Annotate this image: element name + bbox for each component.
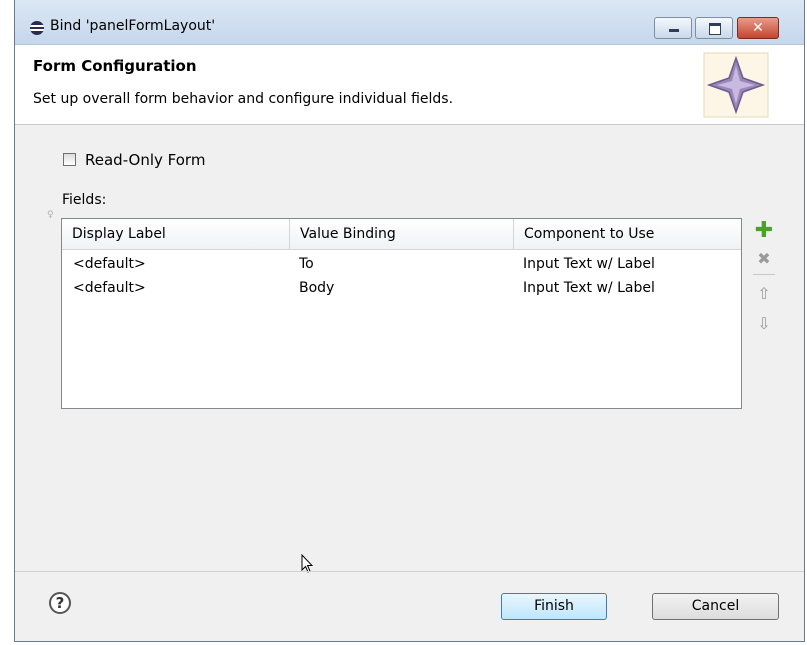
toolbar-divider <box>753 274 775 275</box>
fields-table[interactable]: Display Label Value Binding Component to… <box>61 218 742 409</box>
readonly-checkbox-label: Read-Only Form <box>85 151 206 169</box>
table-header: Display Label Value Binding Component to… <box>62 219 741 250</box>
page-title: Form Configuration <box>33 57 197 75</box>
fields-label: Fields: <box>62 192 107 208</box>
close-button[interactable]: ✕ <box>737 17 779 39</box>
table-cell: Input Text w/ Label <box>523 256 655 272</box>
minimize-button[interactable] <box>654 17 692 39</box>
table-row[interactable]: <default> To Input Text w/ Label <box>62 252 741 277</box>
cancel-button[interactable]: Cancel <box>652 593 779 620</box>
title-bar[interactable]: Bind 'panelFormLayout' ✕ <box>15 0 804 45</box>
table-cell: To <box>299 256 314 272</box>
window-title: Bind 'panelFormLayout' <box>50 18 216 34</box>
column-header-value-binding[interactable]: Value Binding <box>290 219 514 249</box>
wizard-star-icon <box>703 52 769 118</box>
lightbulb-hint-icon: ♀ <box>47 210 54 220</box>
maximize-button[interactable] <box>695 17 733 39</box>
footer-divider <box>15 571 804 572</box>
column-header-component[interactable]: Component to Use <box>514 219 742 249</box>
move-down-icon[interactable]: ⇩ <box>753 313 775 335</box>
column-header-display-label[interactable]: Display Label <box>62 219 290 249</box>
wizard-banner: Form Configuration Set up overall form b… <box>15 45 804 125</box>
readonly-checkbox[interactable] <box>63 153 76 166</box>
dialog-window: Bind 'panelFormLayout' ✕ Form Configurat… <box>14 0 805 642</box>
move-up-icon[interactable]: ⇧ <box>753 283 775 305</box>
help-icon[interactable]: ? <box>49 592 71 614</box>
eclipse-icon <box>30 21 44 35</box>
minimize-icon <box>669 29 679 32</box>
table-cell: <default> <box>73 280 146 296</box>
add-field-icon[interactable]: ✚ <box>753 220 775 242</box>
page-description: Set up overall form behavior and configu… <box>33 91 454 107</box>
table-cell: Input Text w/ Label <box>523 280 655 296</box>
table-cell: <default> <box>73 256 146 272</box>
table-row[interactable]: <default> Body Input Text w/ Label <box>62 276 741 301</box>
close-icon: ✕ <box>752 20 764 36</box>
finish-button[interactable]: Finish <box>501 593 607 620</box>
remove-field-icon[interactable]: ✖ <box>753 248 775 270</box>
maximize-icon <box>709 23 721 35</box>
table-cell: Body <box>299 280 335 296</box>
